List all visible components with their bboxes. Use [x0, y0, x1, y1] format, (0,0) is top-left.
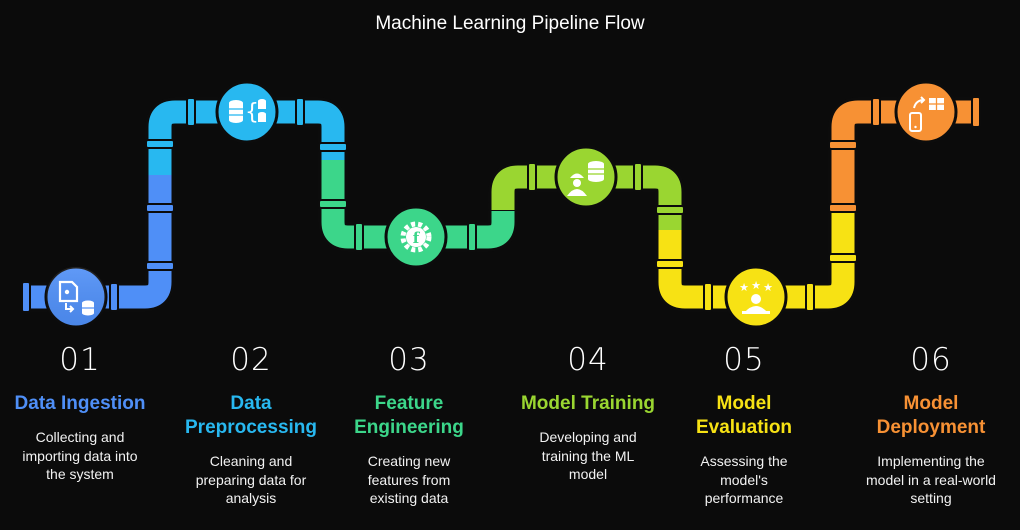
stage-6: 06 Model Deployment Implementing the mod…: [846, 340, 1016, 508]
stage-number: 03: [388, 342, 430, 378]
stage-4: 04 Model Training Developing and trainin…: [503, 340, 673, 484]
stage-name: Data Preprocessing: [185, 393, 317, 438]
stage-name: Model Deployment: [876, 393, 986, 438]
stage-name: Model Training: [520, 393, 656, 414]
stage-name: Data Ingestion: [14, 393, 146, 414]
svg-text:★: ★: [751, 279, 761, 292]
stage-description: Developing and training the ML model: [539, 429, 637, 482]
stage-5: 05 Model Evaluation Assessing the model'…: [659, 340, 829, 508]
svg-text:★: ★: [739, 281, 749, 294]
stage-name: Model Evaluation: [695, 393, 793, 438]
svg-text:★: ★: [763, 281, 773, 294]
data-import-icon: [44, 265, 108, 329]
stage-2: 02 Data Preprocessing Cleaning and prepa…: [166, 340, 336, 508]
stage-number: 06: [910, 342, 952, 378]
stage-description: Creating new features from existing data: [367, 453, 451, 506]
stage-3: 03 Feature Engineering Creating new feat…: [324, 340, 494, 508]
stage-description: Collecting and importing data into the s…: [22, 429, 138, 482]
rating-stars-icon: ★ ★ ★: [724, 265, 788, 329]
stage-number: 04: [567, 342, 609, 378]
stage-number: 01: [59, 342, 101, 378]
data-transform-icon: {: [215, 80, 279, 144]
stage-description: Assessing the model's performance: [700, 453, 788, 506]
stage-name: Feature Engineering: [354, 393, 464, 438]
stage-number: 05: [723, 342, 765, 378]
stage-number: 02: [230, 342, 272, 378]
svg-text:{: {: [245, 100, 259, 125]
worker-database-icon: [554, 145, 618, 209]
stage-description: Cleaning and preparing data for analysis: [195, 453, 307, 506]
stage-description: Implementing the model in a real-world s…: [866, 453, 996, 506]
stage-1: 01 Data Ingestion Collecting and importi…: [0, 340, 165, 484]
function-gear-icon: f: [384, 205, 448, 269]
mobile-deploy-icon: [894, 80, 958, 144]
